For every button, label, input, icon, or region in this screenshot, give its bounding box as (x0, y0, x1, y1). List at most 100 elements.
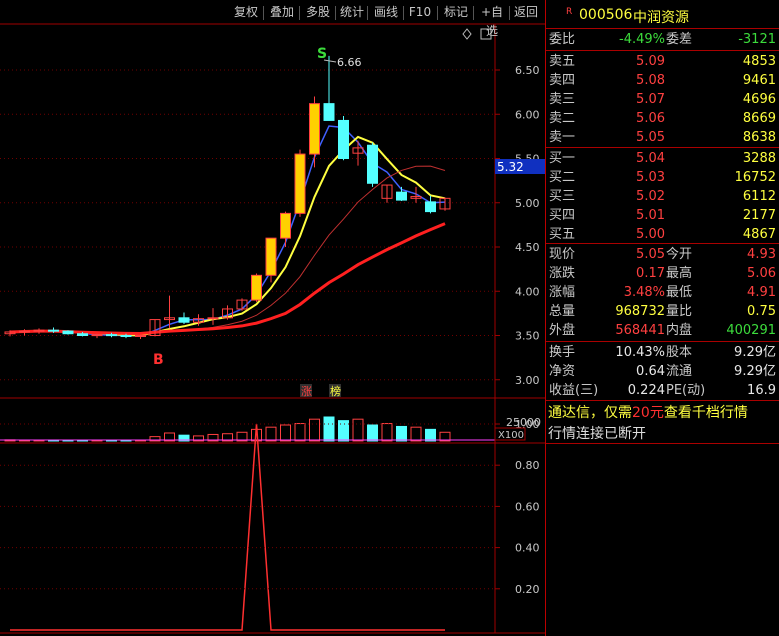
order-row: 卖一 5.05 8638 (546, 128, 779, 147)
candle-body[interactable] (33, 329, 45, 332)
candle-body[interactable] (178, 317, 190, 323)
order-volume: 8669 (742, 111, 776, 126)
toolbar-button-0[interactable]: 复权 (229, 3, 263, 22)
zhangbang-char-1: 涨 (301, 385, 312, 398)
candle-body[interactable] (280, 212, 291, 239)
finance-value-2: 9.29亿 (734, 345, 776, 360)
toolbar-separator (367, 6, 368, 20)
weibi-label: 委比 (549, 32, 576, 47)
candle-body[interactable] (120, 335, 132, 337)
toolbar-button-8[interactable]: 返回 (511, 3, 541, 22)
toolbar-separator (299, 6, 300, 20)
divider (546, 147, 779, 148)
candle-body[interactable] (323, 103, 335, 121)
candle-body[interactable] (91, 334, 103, 337)
toolbar-button-7[interactable]: +自选 (475, 3, 509, 38)
order-price: 5.06 (636, 111, 665, 126)
candle-body[interactable] (135, 335, 146, 337)
volume-max-label: 25000 (506, 416, 541, 429)
candle-body[interactable] (425, 201, 436, 213)
sell-signal-marker: S (317, 46, 327, 62)
volume-bar (396, 425, 407, 442)
price-tag: 5.32 (497, 160, 524, 174)
candle-body[interactable] (396, 191, 407, 201)
divider (546, 28, 779, 29)
order-label: 买三 (549, 189, 576, 204)
toolbar-separator (403, 6, 404, 20)
weibi-row: 委比 -4.49% 委差 -3121 (546, 30, 779, 49)
order-price: 5.03 (636, 170, 665, 185)
order-volume: 4867 (742, 227, 776, 242)
candle-body[interactable] (77, 333, 88, 337)
stock-title[interactable]: R 000506 中润资源 (546, 5, 779, 26)
toolbar-button-5[interactable]: F10 (405, 3, 435, 22)
candle-body[interactable] (338, 119, 349, 159)
promo-notice[interactable]: 通达信，仅需20元查看千档行情 (548, 402, 748, 422)
finance-row: 换手 10.43% 股本 9.29亿 (546, 343, 779, 362)
volume-unit: X100 (498, 430, 524, 441)
stat-label-1: 涨跌 (549, 266, 576, 281)
kline-chart[interactable]: 6.506.005.505.004.504.003.503.00 1.000.8… (0, 0, 545, 636)
stat-row: 外盘 568441 内盘 400291 (546, 321, 779, 340)
stat-label-1: 总量 (549, 304, 576, 319)
stat-row: 涨幅 3.48% 最低 4.91 (546, 283, 779, 302)
indicator-line (10, 423, 445, 631)
stat-row: 总量 968732 量比 0.75 (546, 302, 779, 321)
order-row: 买四 5.01 2177 (546, 206, 779, 225)
stat-label-2: 最高 (666, 266, 693, 281)
y-tick-label: 4.50 (515, 241, 540, 254)
finance-value-1: 10.43% (615, 345, 665, 360)
toolbar-button-4[interactable]: 画线 (369, 3, 403, 22)
order-price: 5.05 (636, 130, 665, 145)
order-price: 5.02 (636, 189, 665, 204)
y-tick-label: 3.00 (515, 374, 540, 387)
order-volume: 4853 (742, 54, 776, 69)
volume-bar (367, 424, 378, 442)
order-label: 卖四 (549, 73, 576, 88)
order-volume: 16752 (734, 170, 776, 185)
order-volume: 4696 (742, 92, 776, 107)
finance-value-1: 0.224 (627, 383, 665, 398)
finance-label-1: 收益(三) (549, 383, 599, 398)
ma-mid-line (9, 125, 446, 337)
candle-body[interactable] (294, 153, 306, 214)
candle-body[interactable] (19, 330, 30, 333)
candle-body[interactable] (62, 330, 74, 335)
candle-body[interactable] (48, 329, 59, 332)
volume-bar (280, 424, 291, 442)
candle-body[interactable] (207, 317, 219, 320)
weibi-value: -4.49% (619, 32, 665, 47)
order-label: 卖三 (549, 92, 576, 107)
r-mark: R (566, 7, 573, 17)
finance-label-2: 股本 (666, 345, 693, 360)
order-label: 买二 (549, 170, 576, 185)
stock-name: 中润资源 (633, 10, 689, 26)
ind-tick-label: 0.80 (515, 459, 540, 472)
order-label: 卖一 (549, 130, 576, 145)
order-row: 买三 5.02 6112 (546, 187, 779, 206)
candle-body[interactable] (251, 274, 262, 301)
candle-body[interactable] (309, 103, 320, 155)
volume-bar (410, 426, 422, 442)
chart-area[interactable]: 6.506.005.505.004.504.003.503.00 1.000.8… (0, 0, 545, 636)
volume-bar (309, 418, 320, 442)
order-label: 卖五 (549, 54, 576, 69)
weicha-label: 委差 (666, 32, 693, 47)
weicha-value: -3121 (738, 32, 776, 47)
toolbar-button-3[interactable]: 统计 (337, 3, 367, 22)
stat-label-1: 现价 (549, 247, 576, 262)
order-label: 买一 (549, 151, 576, 166)
toolbar-button-2[interactable]: 多股 (301, 3, 335, 22)
candle-body[interactable] (106, 334, 117, 337)
finance-row: 收益(三) 0.224 PE(动) 16.9 (546, 381, 779, 400)
candle-body[interactable] (265, 237, 277, 276)
order-volume: 3288 (742, 151, 776, 166)
stat-label-1: 涨幅 (549, 285, 576, 300)
toolbar-button-1[interactable]: 叠加 (265, 3, 299, 22)
toolbar-button-6[interactable]: 标记 (439, 3, 473, 22)
order-price: 5.09 (636, 54, 665, 69)
order-price: 5.01 (636, 208, 665, 223)
divider (546, 341, 779, 342)
diamond-icon[interactable] (462, 28, 472, 40)
candle-body[interactable] (367, 144, 378, 184)
